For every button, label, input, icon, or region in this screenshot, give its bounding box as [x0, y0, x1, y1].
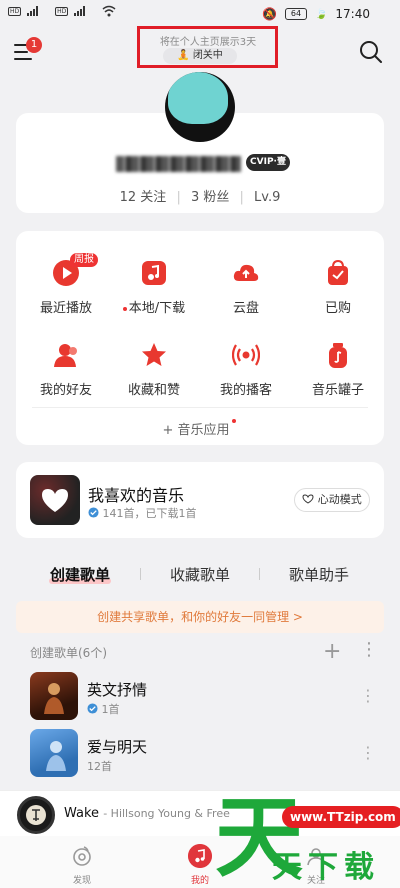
quick-actions-card: 最近播放 周报 本地/下载 云盘 已购 我的好友 收藏和赞 我的播客 音乐罐子 … [16, 231, 384, 445]
playlist-title[interactable]: 爱与明天 [87, 736, 147, 757]
music-apps-label: + 音乐应用 [162, 423, 230, 438]
shared-playlist-banner[interactable]: 创建共享歌单，和你的好友一同管理 > [16, 601, 384, 633]
playlist-section-title: 创建歌单(6个) [30, 646, 107, 660]
heartbeat-mode-button[interactable]: 心动模式 [294, 488, 370, 512]
battery-icon: 64 [284, 8, 307, 20]
tab-playlist-assistant[interactable]: 歌单助手 [289, 564, 349, 585]
username-blurred [116, 156, 241, 172]
nav-discover-label: 发现 [72, 876, 91, 886]
album-art-icon [26, 805, 46, 825]
music-note-icon [188, 844, 212, 868]
tab-separator [140, 568, 141, 580]
jar-icon [329, 343, 347, 368]
playlist-more-icon[interactable]: ⋮ [360, 686, 376, 705]
weekly-report-tag: 周报 [70, 253, 98, 267]
search-icon[interactable] [359, 40, 383, 64]
playlist-cover[interactable] [30, 672, 78, 720]
check-circle-icon [88, 507, 99, 518]
star-icon [142, 343, 166, 366]
cloud-disk-item[interactable]: 云盘 [200, 259, 292, 316]
playlist-count: 12首 [87, 760, 112, 773]
friends-icon [54, 344, 77, 367]
profile-stats: 12 关注 | 3 粉丝 | Lv.9 [16, 186, 384, 205]
cloud-icon [233, 264, 259, 281]
playlist-title[interactable]: 英文抒情 [87, 679, 147, 700]
music-jar-item[interactable]: 音乐罐子 [292, 341, 384, 398]
liked-subtitle: 141首，已下载1首 [88, 505, 197, 521]
menu-line [14, 51, 28, 53]
status-label: 闭关中 [192, 50, 223, 61]
watermark-text: 天下载 [272, 850, 380, 885]
follow-count[interactable]: 12 关注 [114, 190, 173, 205]
watermark-url: www.TTzip.com [282, 806, 400, 828]
heart-outline-icon [302, 494, 314, 504]
liked-title: 我喜欢的音乐 [88, 486, 185, 505]
music-jar-label: 音乐罐子 [311, 383, 364, 398]
shopping-bag-icon [328, 259, 348, 285]
friends-label: 我的好友 [39, 383, 92, 398]
local-download-item[interactable]: 本地/下载 [108, 259, 200, 316]
signal-icon-2 [74, 6, 86, 16]
music-folder-icon [142, 261, 166, 285]
mute-icon: 🔕 [262, 7, 277, 21]
tab-collected-playlists[interactable]: 收藏歌单 [170, 564, 230, 585]
menu-line [14, 58, 32, 60]
add-playlist-icon[interactable]: + [323, 639, 341, 664]
hd-badge: HD [8, 6, 22, 16]
podcast-item[interactable]: 我的播客 [200, 341, 292, 398]
purchased-label: 已购 [324, 301, 351, 316]
heart-icon [42, 489, 68, 512]
cloud-disk-label: 云盘 [232, 301, 259, 316]
leaf-icon: 🍃 [314, 8, 328, 20]
music-apps-button[interactable]: + 音乐应用 [16, 419, 384, 438]
status-pill[interactable]: 🧘 闭关中 [163, 48, 237, 64]
hd-badge-2: HD [55, 6, 69, 16]
broadcast-icon [231, 344, 261, 366]
avatar[interactable] [165, 72, 235, 142]
more-options-icon[interactable]: ⋮ [360, 639, 378, 660]
local-download-label: 本地/下载 [108, 297, 200, 316]
favorites-label: 收藏和赞 [127, 383, 180, 398]
recent-play-label: 最近播放 [39, 301, 92, 316]
vip-badge[interactable]: CVIP·壹 [246, 154, 290, 171]
status-right: 🔕 64 🍃 17:40 [262, 7, 370, 21]
purchased-item[interactable]: 已购 [292, 259, 384, 316]
nav-discover[interactable]: 发现 [52, 844, 112, 886]
signal-icon [27, 6, 39, 16]
new-dot [122, 306, 127, 311]
fans-count[interactable]: 3 粉丝 [185, 190, 235, 205]
playlist-count: 1首 [87, 701, 120, 717]
meditation-icon: 🧘 [177, 50, 190, 61]
level-badge[interactable]: Lv.9 [248, 190, 286, 205]
playlist-more-icon[interactable]: ⋮ [360, 743, 376, 762]
tab-separator [259, 568, 260, 580]
notification-badge: 1 [26, 37, 42, 53]
favorites-item[interactable]: 收藏和赞 [108, 341, 200, 398]
divider [32, 407, 368, 408]
liked-music-card[interactable]: 我喜欢的音乐 141首，已下载1首 心动模式 [16, 462, 384, 538]
playlist-cover[interactable] [30, 729, 78, 777]
friends-item[interactable]: 我的好友 [20, 341, 112, 398]
tab-created-playlists[interactable]: 创建歌单 [50, 564, 110, 585]
person-silhouette-icon [46, 741, 66, 771]
signal-indicators: HD HD [8, 5, 116, 17]
liked-cover [30, 475, 80, 525]
wifi-icon [102, 5, 116, 17]
now-playing-cover[interactable] [17, 796, 55, 834]
new-dot [231, 419, 236, 423]
status-hint: 将在个人主页展示3天 [159, 37, 257, 48]
check-circle-icon [87, 703, 98, 714]
clock: 17:40 [335, 7, 370, 21]
recent-play-item[interactable]: 最近播放 [20, 259, 112, 316]
podcast-label: 我的播客 [219, 383, 272, 398]
person-silhouette-icon [44, 683, 64, 714]
discover-icon [73, 846, 91, 866]
now-playing-title: Wake - Hillsong Young & Free [64, 806, 230, 821]
